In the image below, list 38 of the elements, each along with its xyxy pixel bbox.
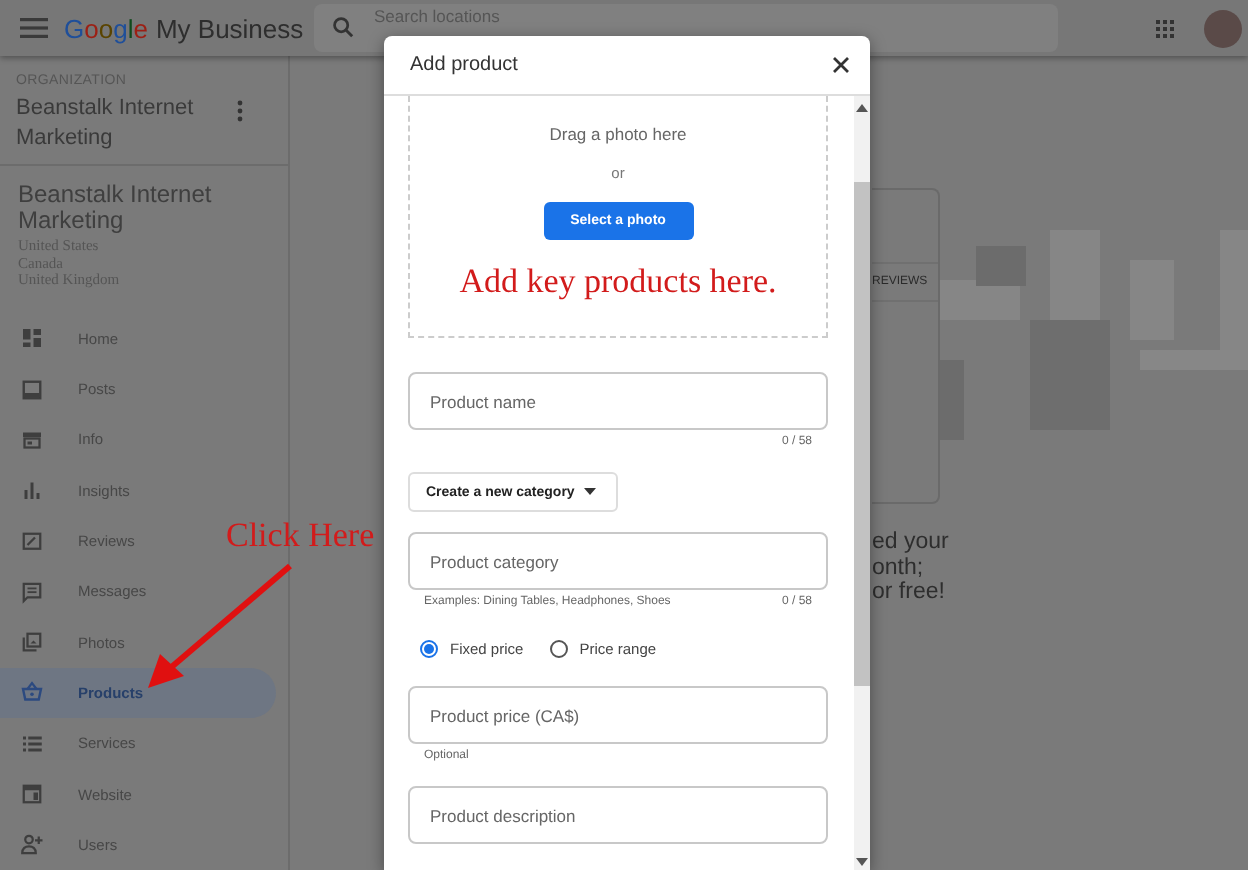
upload-hint: Drag a photo here bbox=[549, 124, 687, 144]
grid-icon bbox=[20, 326, 44, 351]
review-icon bbox=[20, 529, 44, 554]
annotation-text: Add key products here. bbox=[459, 262, 777, 302]
input-field[interactable]: Product category bbox=[408, 532, 828, 590]
product-name: My Business bbox=[155, 13, 304, 44]
avatar[interactable] bbox=[1204, 9, 1242, 48]
input-field[interactable]: Product description bbox=[408, 786, 828, 844]
scrollbar-thumb[interactable] bbox=[854, 182, 870, 686]
more-icon[interactable] bbox=[236, 100, 244, 123]
input-field[interactable]: Product price (CA$) bbox=[408, 686, 828, 744]
annotation-text: Click Here bbox=[226, 516, 375, 556]
scroll-down-icon[interactable] bbox=[856, 858, 868, 866]
promo-text: onth; bbox=[872, 555, 926, 581]
caret-icon bbox=[584, 488, 597, 496]
business-name: Beanstalk Internet Marketing bbox=[18, 182, 214, 233]
input-field[interactable]: Product name bbox=[408, 372, 828, 430]
basket-icon bbox=[20, 680, 44, 705]
organization-name: Beanstalk Internet Marketing bbox=[16, 94, 196, 155]
list-icon bbox=[20, 731, 44, 756]
search-icon[interactable] bbox=[332, 16, 354, 39]
photo-icon bbox=[20, 630, 44, 655]
store-icon bbox=[20, 427, 44, 452]
brand-logo[interactable]: Google bbox=[64, 13, 148, 44]
bar-chart-icon bbox=[20, 478, 44, 503]
radio-button[interactable] bbox=[549, 640, 568, 658]
radio-button[interactable] bbox=[420, 640, 438, 658]
close-icon[interactable] bbox=[832, 56, 850, 74]
apps-icon[interactable] bbox=[1156, 19, 1174, 38]
post-icon bbox=[20, 377, 44, 402]
promo-text: ed your bbox=[872, 530, 951, 556]
promo-text: or free! bbox=[872, 580, 947, 606]
dialog-title: Add product bbox=[410, 54, 518, 76]
menu-icon[interactable] bbox=[20, 18, 48, 39]
scroll-up-icon[interactable] bbox=[856, 104, 868, 112]
add-user-icon bbox=[20, 832, 44, 857]
message-icon bbox=[20, 579, 44, 604]
webpage-icon bbox=[20, 782, 44, 807]
